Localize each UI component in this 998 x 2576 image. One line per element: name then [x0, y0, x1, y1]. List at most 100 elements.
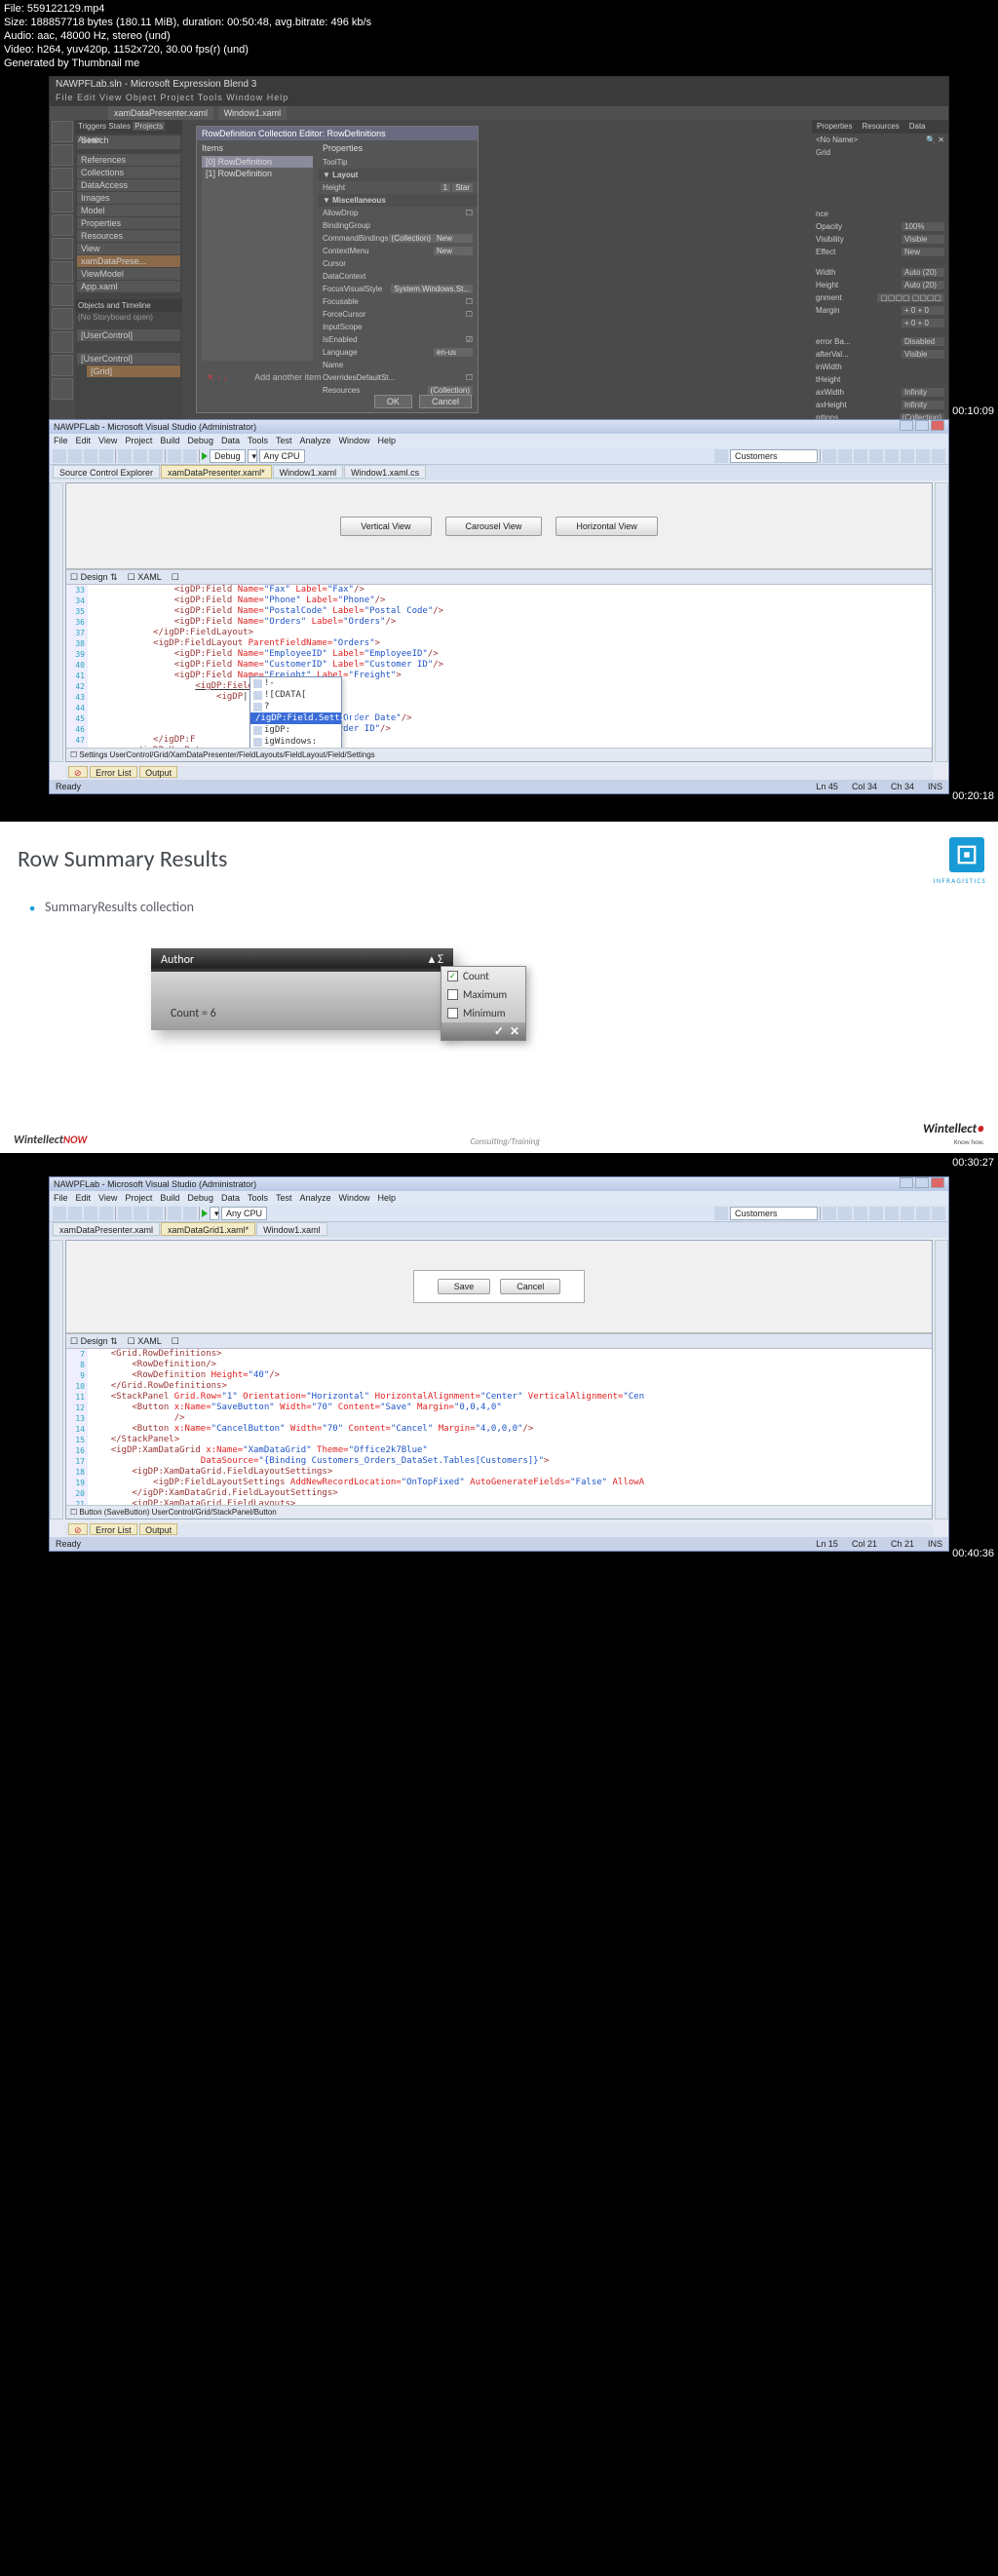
tab-xamdp[interactable]: xamDataPresenter.xaml [108, 106, 213, 120]
tab-sce[interactable]: Source Control Explorer [53, 465, 160, 479]
find-input[interactable]: Customers [730, 1207, 818, 1220]
maximize-icon[interactable] [915, 1177, 929, 1188]
tab-xamdp[interactable]: xamDataPresenter.xaml* [161, 465, 272, 479]
copy-icon[interactable] [134, 449, 147, 463]
brush-tool-icon[interactable] [52, 238, 73, 259]
breadcrumb[interactable]: ☐ Settings UserControl/Grid/XamDataPrese… [66, 748, 932, 761]
platform-select[interactable]: Any CPU [221, 1207, 267, 1220]
pan-tool-icon[interactable] [52, 144, 73, 166]
search-in-props-icon[interactable]: 🔍 ✕ [926, 135, 944, 144]
carousel-view-button[interactable]: Carousel View [445, 517, 543, 536]
eyedropper-tool-icon[interactable] [52, 214, 73, 236]
text-tool-icon[interactable] [52, 331, 73, 353]
tree-view[interactable]: View [77, 243, 180, 254]
zoom-tool-icon[interactable] [52, 168, 73, 189]
tree-resources[interactable]: Resources [77, 230, 180, 242]
designer-surface[interactable]: Save Cancel [66, 1241, 932, 1333]
subtab-row[interactable]: Triggers States Projects Assets [75, 120, 182, 134]
minimize-icon[interactable] [900, 1177, 913, 1188]
horizontal-view-button[interactable]: Horizontal View [556, 517, 657, 536]
tree-collections[interactable]: Collections [77, 167, 180, 178]
control-tool-icon[interactable] [52, 355, 73, 376]
paste-icon[interactable] [149, 449, 163, 463]
vs-toolbar[interactable]: ▾ Any CPU Customers [50, 1205, 948, 1222]
tab-w1[interactable]: Window1.xaml [256, 1222, 327, 1236]
designer-surface[interactable]: Vertical View Carousel View Horizontal V… [66, 483, 932, 569]
tree-properties[interactable]: Properties [77, 217, 180, 229]
blend-menubar[interactable]: File Edit View Object Project Tools Wind… [50, 93, 948, 106]
menu-min[interactable]: Minimum [441, 1004, 525, 1022]
tree-model[interactable]: Model [77, 205, 180, 216]
cancel-icon[interactable]: ✕ [510, 1024, 519, 1039]
cut-icon[interactable] [118, 449, 132, 463]
obj-usercontrol-1[interactable]: [UserControl] [77, 329, 180, 341]
ok-button[interactable]: OK [374, 395, 412, 408]
intellisense-popup[interactable]: !- ![CDATA[ ? /igDP:Field.Settings igDP:… [250, 676, 342, 748]
close-icon[interactable] [931, 420, 944, 431]
run-icon[interactable] [202, 1210, 208, 1217]
new-icon[interactable] [53, 449, 66, 463]
menu-max[interactable]: Maximum [441, 985, 525, 1004]
config-select[interactable]: Debug [210, 449, 246, 463]
xaml-editor[interactable]: 3334353637383940414243444546474849505152… [66, 585, 932, 748]
toolbox-collapsed[interactable] [50, 482, 63, 762]
tab-xamgrid[interactable]: xamDataGrid1.xaml* [161, 1222, 255, 1236]
breadcrumb[interactable]: ☐ Button (SaveButton) UserControl/Grid/S… [66, 1505, 932, 1519]
solution-collapsed[interactable] [935, 482, 948, 762]
addremove-icons[interactable]: ✕ ↑ ↓ Add another item [207, 372, 322, 383]
tree-appxaml[interactable]: App.xaml [77, 281, 180, 292]
tab-w1cs[interactable]: Window1.xaml.cs [344, 465, 426, 479]
redo-icon[interactable] [183, 449, 197, 463]
project-tree[interactable]: References Collections DataAccess Images… [75, 151, 182, 295]
vs-filetabs[interactable]: Source Control ExplorerxamDataPresenter.… [50, 465, 948, 481]
blend-filetabs[interactable]: xamDataPresenter.xaml Window1.xaml [50, 106, 948, 120]
tree-viewmodel[interactable]: ViewModel [77, 268, 180, 280]
alignment-select[interactable]: ▢▢▢▢ ▢▢▢▢ [877, 293, 944, 302]
layout-tool-icon[interactable] [52, 308, 73, 329]
cancel-button[interactable]: Cancel [419, 395, 472, 408]
output-tabs[interactable]: ⊘ Error List Output [65, 1523, 933, 1537]
cancel-button[interactable]: Cancel [500, 1279, 560, 1294]
objects-tree[interactable]: [UserControl] [UserControl] [Grid] [75, 327, 182, 380]
close-icon[interactable] [931, 1177, 944, 1188]
items-list[interactable]: [0] RowDefinition [1] RowDefinition [202, 156, 313, 361]
toolbox-collapsed[interactable] [50, 1240, 63, 1519]
open-icon[interactable] [68, 449, 82, 463]
blend-toolbox[interactable] [50, 120, 75, 420]
item-row-1[interactable]: [1] RowDefinition [202, 168, 313, 179]
asset-tool-icon[interactable] [52, 378, 73, 400]
find-icon[interactable] [714, 449, 728, 463]
pen-tool-icon[interactable] [52, 261, 73, 283]
margin-input[interactable]: + 0 + 0 [902, 306, 944, 315]
camera-tool-icon[interactable] [52, 191, 73, 212]
undo-icon[interactable] [168, 449, 181, 463]
width-input[interactable]: Auto (20) [902, 268, 944, 277]
tree-xamdp[interactable]: xamDataPrese... [77, 255, 180, 267]
summary-menu[interactable]: ✓Count Maximum Minimum ✓✕ [441, 966, 526, 1041]
pointer-tool-icon[interactable] [52, 121, 73, 142]
rect-tool-icon[interactable] [52, 285, 73, 306]
widget-header[interactable]: Author ▴ Σ [151, 948, 453, 972]
tab-w1xaml[interactable]: Window1.xaml [273, 465, 344, 479]
split-bar[interactable]: ☐ Design ⇅☐ XAML☐ [66, 1333, 932, 1349]
obj-grid[interactable]: [Grid] [87, 365, 180, 377]
tree-images[interactable]: Images [77, 192, 180, 204]
height-input[interactable]: Auto (20) [902, 281, 944, 289]
vertical-view-button[interactable]: Vertical View [340, 517, 431, 536]
vs-toolbar[interactable]: Debug ▾ Any CPU Customers [50, 447, 948, 465]
menu-count[interactable]: ✓Count [441, 967, 525, 985]
split-bar[interactable]: ☐ Design ⇅☐ XAML☐ [66, 569, 932, 585]
xaml-editor[interactable]: 78910111213141516171819202122232425 <Gri… [66, 1349, 932, 1505]
output-tabs[interactable]: ⊘ Error List Output [65, 766, 933, 780]
tree-references[interactable]: References [77, 154, 180, 166]
run-icon[interactable] [202, 452, 208, 460]
height-value-input[interactable]: 1 [441, 183, 450, 192]
visibility-select[interactable]: Visible [902, 235, 944, 244]
tab-xamdp[interactable]: xamDataPresenter.xaml [53, 1222, 160, 1236]
tree-dataaccess[interactable]: DataAccess [77, 179, 180, 191]
obj-usercontrol-2[interactable]: [UserControl] [77, 353, 180, 365]
pp-tabs[interactable]: PropertiesResourcesData [812, 120, 948, 134]
tab-window1[interactable]: Window1.xaml [218, 106, 288, 120]
item-row-0[interactable]: [0] RowDefinition [202, 156, 313, 168]
maximize-icon[interactable] [915, 420, 929, 431]
